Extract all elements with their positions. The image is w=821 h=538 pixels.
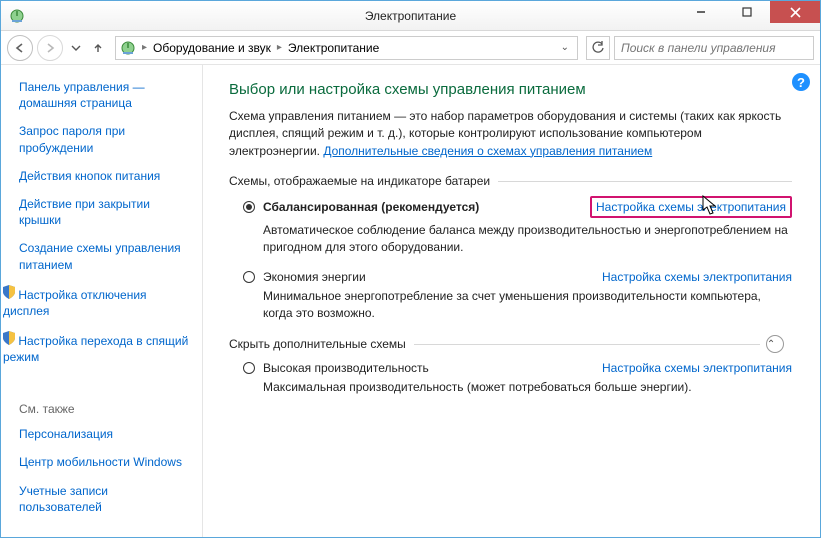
close-button[interactable]	[770, 1, 820, 23]
sidebar-home-link[interactable]: Панель управления — домашняя страница	[19, 79, 190, 111]
see-also-label: См. также	[19, 402, 190, 416]
see-also-accounts[interactable]: Учетные записи пользователей	[19, 483, 190, 515]
main-area: ? Выбор или настройка схемы управления п…	[203, 65, 820, 537]
sidebar: Панель управления — домашняя страница За…	[1, 65, 203, 537]
group-battery-label: Схемы, отображаемые на индикаторе батаре…	[229, 174, 792, 188]
plan-description: Автоматическое соблюдение баланса между …	[263, 222, 792, 256]
plan-balanced: Сбалансированная (рекомендуется) Настрой…	[243, 196, 792, 256]
shield-icon	[3, 334, 15, 348]
help-icon[interactable]: ?	[792, 73, 810, 91]
recent-dropdown-icon[interactable]	[67, 39, 85, 57]
plan-description: Минимальное энергопотребление за счет ум…	[263, 288, 792, 322]
collapse-button[interactable]: ⌃	[760, 335, 792, 353]
maximize-button[interactable]	[724, 1, 770, 23]
sidebar-password-link[interactable]: Запрос пароля при пробуждении	[19, 123, 190, 155]
plan-name[interactable]: Сбалансированная (рекомендуется)	[263, 200, 479, 214]
page-description: Схема управления питанием — это набор па…	[229, 108, 792, 160]
breadcrumb-item[interactable]: Электропитание	[288, 41, 379, 55]
radio-balanced[interactable]	[243, 201, 255, 213]
forward-button[interactable]	[37, 35, 63, 61]
chevron-up-icon: ⌃	[766, 335, 784, 353]
breadcrumb[interactable]: ▸ Оборудование и звук ▸ Электропитание ⌄	[115, 36, 578, 60]
plan-settings-link-saver[interactable]: Настройка схемы электропитания	[602, 270, 792, 284]
radio-saver[interactable]	[243, 271, 255, 283]
toolbar: ▸ Оборудование и звук ▸ Электропитание ⌄	[1, 31, 820, 65]
see-also-mobility[interactable]: Центр мобильности Windows	[19, 454, 190, 470]
chevron-right-icon: ▸	[277, 42, 282, 53]
shield-icon	[3, 288, 15, 302]
plan-settings-link-high-perf[interactable]: Настройка схемы электропитания	[602, 361, 792, 375]
breadcrumb-icon	[120, 40, 136, 56]
group-extra-label[interactable]: Скрыть дополнительные схемы ⌃	[229, 335, 792, 353]
plan-saver: Экономия энергии Настройка схемы электро…	[243, 270, 792, 322]
learn-more-link[interactable]: Дополнительные сведения о схемах управле…	[323, 144, 652, 158]
plan-high-perf: Высокая производительность Настройка схе…	[243, 361, 792, 396]
breadcrumb-item[interactable]: Оборудование и звук	[153, 41, 271, 55]
plan-settings-link-balanced[interactable]: Настройка схемы электропитания	[590, 196, 792, 218]
plan-name[interactable]: Высокая производительность	[263, 361, 429, 375]
refresh-button[interactable]	[586, 36, 610, 60]
minimize-button[interactable]	[678, 1, 724, 23]
search-input[interactable]	[614, 36, 814, 60]
chevron-right-icon: ▸	[142, 42, 147, 53]
plan-name[interactable]: Экономия энергии	[263, 270, 366, 284]
breadcrumb-dropdown-icon[interactable]: ⌄	[557, 42, 573, 53]
sidebar-create-plan-link[interactable]: Создание схемы управления питанием	[19, 240, 190, 272]
power-options-icon	[9, 8, 25, 24]
up-button[interactable]	[89, 39, 107, 57]
sidebar-sleep-link[interactable]: Настройка перехода в спящий режим	[3, 331, 190, 365]
titlebar: Электропитание	[1, 1, 820, 31]
sidebar-lid-action-link[interactable]: Действие при закрытии крышки	[19, 196, 190, 228]
see-also-personalization[interactable]: Персонализация	[19, 426, 190, 442]
page-heading: Выбор или настройка схемы управления пит…	[229, 81, 792, 98]
sidebar-display-off-link[interactable]: Настройка отключения дисплея	[3, 285, 190, 319]
back-button[interactable]	[7, 35, 33, 61]
plan-description: Максимальная производительность (может п…	[263, 379, 792, 396]
sidebar-power-buttons-link[interactable]: Действия кнопок питания	[19, 168, 190, 184]
radio-high-perf[interactable]	[243, 362, 255, 374]
